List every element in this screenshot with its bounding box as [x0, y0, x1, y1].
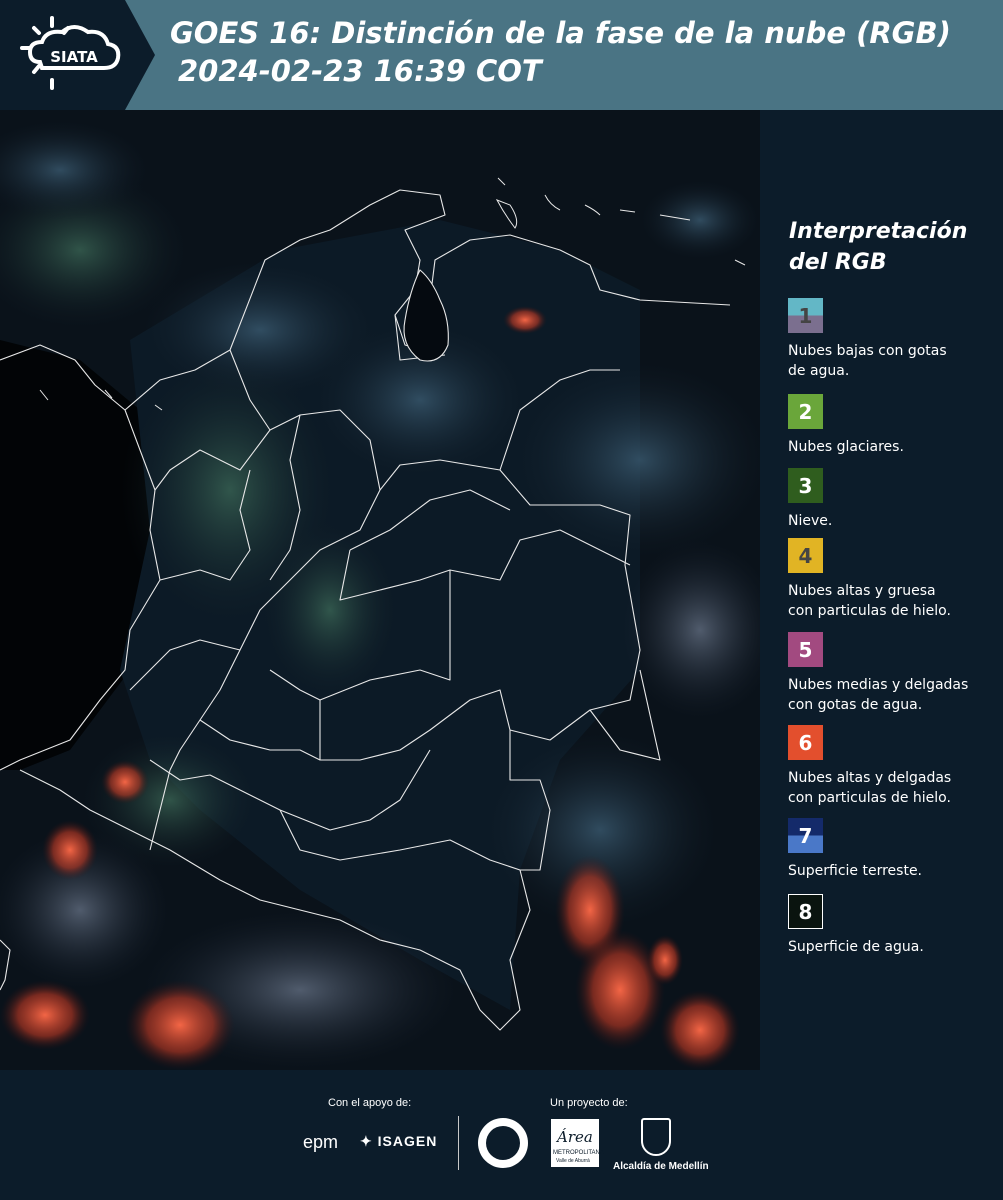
legend-swatch-6: 6	[788, 725, 823, 760]
legend-label-8: Superficie de agua.	[788, 937, 1000, 957]
legend-swatch-1: 1	[788, 298, 823, 333]
footer: Con el apoyo de: Un proyecto de: epm ✦ I…	[0, 1070, 1003, 1200]
legend-item-5: 5 Nubes medias y delgadas con gotas de a…	[788, 632, 1000, 715]
header-bar: SIATA GOES 16: Distinción de la fase de …	[0, 0, 1003, 110]
legend-label-7: Superficie terreste.	[788, 861, 1000, 881]
legend-label-4: Nubes altas y gruesa con particulas de h…	[788, 581, 1000, 621]
logo-text: SIATA	[50, 48, 98, 66]
legend-num-6: 6	[798, 730, 813, 755]
alcaldia-shield-icon	[641, 1118, 671, 1156]
legend-num-7: 7	[798, 823, 813, 848]
page-title: GOES 16: Distinción de la fase de la nub…	[170, 14, 990, 90]
legend-label-3-line-1: Nieve.	[788, 513, 833, 529]
legend-item-6: 6 Nubes altas y delgadas con particulas …	[788, 725, 1000, 808]
legend-item-1: 1 Nubes bajas con gotas de agua.	[788, 298, 1000, 381]
legend-swatch-7: 7	[788, 818, 823, 853]
legend-label-5: Nubes medias y delgadas con gotas de agu…	[788, 675, 1000, 715]
legend-label-8-line-1: Superficie de agua.	[788, 939, 924, 955]
legend-label-1-line-1: Nubes bajas con gotas	[788, 343, 947, 359]
legend-item-4: 4 Nubes altas y gruesa con particulas de…	[788, 538, 1000, 621]
legend-item-3: 3 Nieve.	[788, 468, 1000, 531]
area-metro-label: METROPOLITANA	[553, 1150, 604, 1156]
legend-num-5: 5	[798, 637, 813, 662]
legend-item-2: 2 Nubes glaciares.	[788, 394, 1000, 457]
footer-divider	[458, 1116, 459, 1170]
legend-swatch-8: 8	[788, 894, 823, 929]
legend-item-7: 7 Superficie terreste.	[788, 818, 1000, 881]
legend-label-2: Nubes glaciares.	[788, 437, 1000, 457]
epm-logo-text: epm	[303, 1132, 339, 1152]
support-label: Con el apoyo de:	[328, 1097, 412, 1109]
legend-num-8: 8	[798, 899, 813, 924]
title-line-1: GOES 16: Distinción de la fase de la nub…	[170, 16, 951, 50]
area-metro-script: Área	[557, 1128, 593, 1146]
legend-title-line-1: Interpretación	[789, 219, 968, 244]
legend-label-6-line-1: Nubes altas y delgadas	[788, 770, 952, 786]
legend-num-3: 3	[798, 473, 813, 498]
legend-swatch-2: 2	[788, 394, 823, 429]
legend-title-line-2: del RGB	[789, 250, 887, 275]
legend-item-8: 8 Superficie de agua.	[788, 894, 1000, 957]
alcaldia-label: Alcaldía de Medellín	[613, 1161, 709, 1172]
legend-label-7-line-1: Superficie terreste.	[788, 863, 923, 879]
legend-label-5-line-2: con gotas de agua.	[788, 697, 923, 713]
satellite-map	[0, 110, 760, 1070]
legend-swatch-5: 5	[788, 632, 823, 667]
legend-label-4-line-1: Nubes altas y gruesa	[788, 583, 936, 599]
legend-title: Interpretación del RGB	[789, 216, 999, 278]
project-label: Un proyecto de:	[550, 1097, 628, 1109]
legend-label-1: Nubes bajas con gotas de agua.	[788, 341, 1000, 381]
isagen-logo-text: ISAGEN	[377, 1133, 438, 1149]
legend-swatch-3: 3	[788, 468, 823, 503]
siata-logo: SIATA	[0, 0, 155, 110]
isagen-logo: ✦ ISAGEN	[360, 1133, 437, 1150]
legend-label-1-line-2: de agua.	[788, 363, 850, 379]
area-metro-sub: Valle de Aburrá	[556, 1158, 590, 1164]
title-line-2: 2024-02-23 16:39 COT	[178, 54, 542, 88]
legend-num-2: 2	[798, 399, 813, 424]
isagen-mark-icon: ✦	[360, 1133, 373, 1149]
legend-label-2-line-1: Nubes glaciares.	[788, 439, 904, 455]
legend-label-5-line-1: Nubes medias y delgadas	[788, 677, 969, 693]
legend-num-4: 4	[798, 543, 813, 568]
legend-label-4-line-2: con particulas de hielo.	[788, 603, 951, 619]
legend-label-6-line-2: con particulas de hielo.	[788, 790, 951, 806]
map-canvas	[0, 110, 760, 1070]
seal-logo-icon	[478, 1118, 528, 1168]
legend-label-3: Nieve.	[788, 511, 1000, 531]
legend-panel: Interpretación del RGB 1 Nubes bajas con…	[760, 110, 1003, 1070]
legend-num-1: 1	[798, 303, 813, 328]
legend-swatch-4: 4	[788, 538, 823, 573]
legend-label-6: Nubes altas y delgadas con particulas de…	[788, 768, 1000, 808]
epm-logo: epm	[303, 1132, 338, 1153]
